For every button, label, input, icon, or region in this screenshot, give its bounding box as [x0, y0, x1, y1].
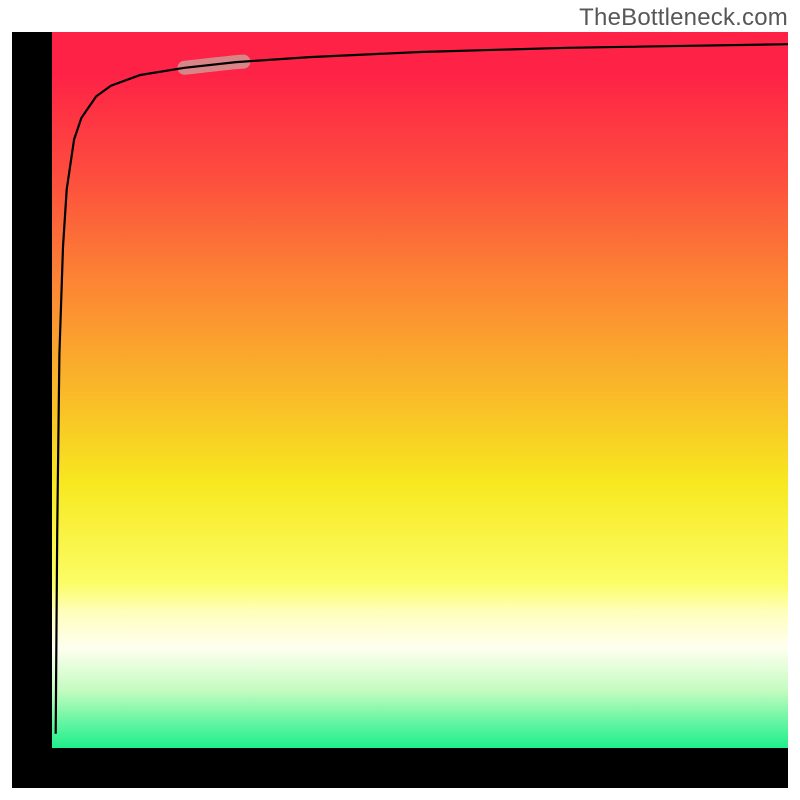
attribution-label: TheBottleneck.com — [579, 4, 788, 32]
curve-layer — [52, 32, 788, 748]
plot-frame — [12, 32, 788, 788]
curve-line — [56, 44, 788, 734]
chart-container: TheBottleneck.com — [0, 0, 800, 800]
plot-area — [52, 32, 788, 748]
